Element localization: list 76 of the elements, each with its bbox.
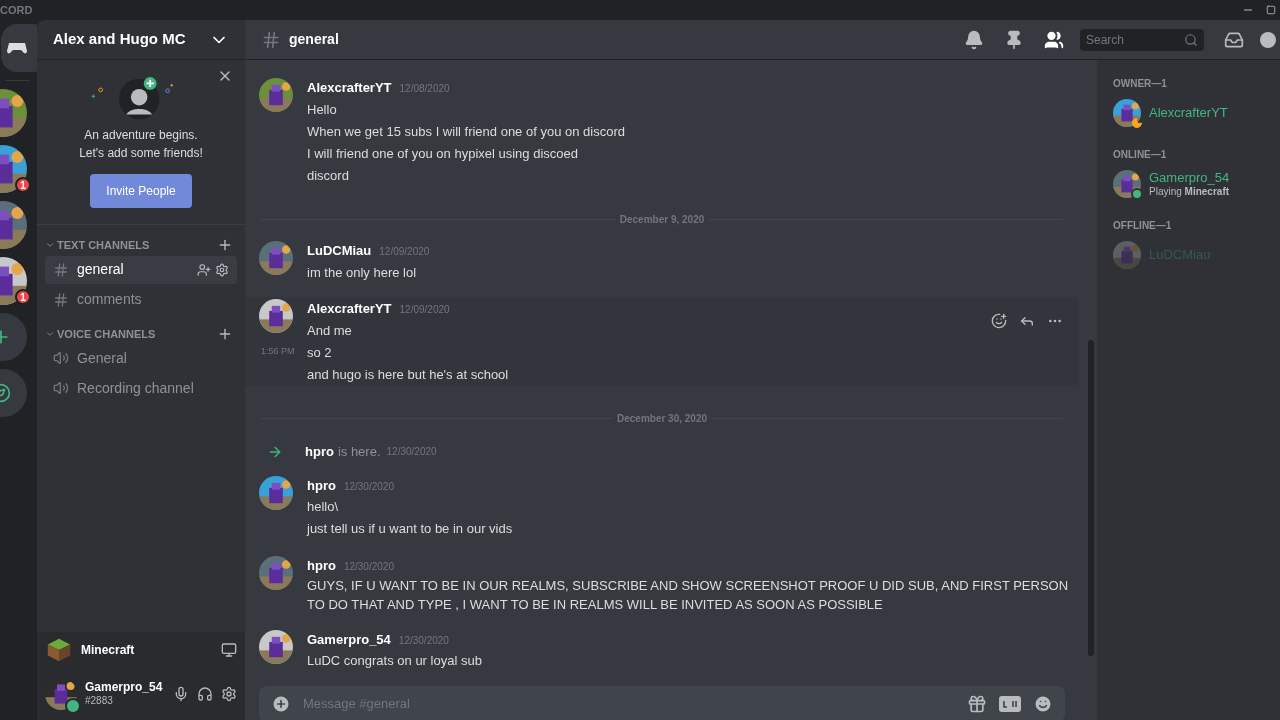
speaker-icon bbox=[53, 380, 69, 396]
speaker-icon bbox=[53, 350, 69, 366]
invite-icon[interactable] bbox=[197, 262, 211, 277]
member-group-label: OFFLINE—1 bbox=[1112, 219, 1173, 233]
message-text: When we get 15 subs I will friend one of you on discord bbox=[307, 122, 625, 141]
hash-icon bbox=[53, 261, 69, 278]
category-header[interactable]: VOICE CHANNELS bbox=[45, 325, 156, 342]
member-group-label: ONLINE—1 bbox=[1112, 148, 1168, 162]
screen-share-icon[interactable] bbox=[221, 641, 237, 658]
settings-icon[interactable] bbox=[215, 262, 229, 277]
pin-icon[interactable] bbox=[1004, 29, 1024, 50]
server-icon[interactable]: 1 bbox=[0, 145, 27, 193]
category-header[interactable]: TEXT CHANNELS bbox=[45, 237, 150, 254]
join-author[interactable]: hpro bbox=[305, 442, 334, 462]
author-name[interactable]: Gamerpro_54 bbox=[307, 629, 391, 649]
message-text: I will friend one of you on hypixel using discoed bbox=[307, 144, 578, 163]
message-time: 12/09/2020 bbox=[399, 303, 450, 317]
author-name[interactable]: hpro bbox=[307, 475, 336, 495]
message-text: And me bbox=[307, 321, 352, 340]
message-time: 12/30/2020 bbox=[343, 479, 394, 494]
author-name[interactable]: AlexcrafterYT bbox=[307, 78, 392, 98]
member-group-label: OWNER—1 bbox=[1112, 77, 1168, 91]
microphone-icon[interactable] bbox=[173, 686, 189, 702]
message-text: im the only here lol bbox=[307, 263, 417, 282]
message-text: and hugo is here but he's at school bbox=[307, 365, 509, 384]
join-text: is here. bbox=[337, 443, 381, 461]
channel-item[interactable]: general bbox=[45, 255, 237, 284]
channel-item[interactable]: Recording channel bbox=[45, 374, 237, 402]
message-time: 12/30/2020 bbox=[343, 559, 394, 574]
user-tag: #2883 bbox=[85, 695, 165, 708]
invite-text: Let's add some friends! bbox=[79, 145, 203, 162]
message-text: hello\ bbox=[307, 498, 339, 516]
headphones-icon[interactable] bbox=[197, 686, 213, 702]
unread-badge: 1 bbox=[15, 289, 31, 305]
server-icon[interactable]: 1 bbox=[0, 257, 27, 305]
member-item[interactable]: Gamerpro_54 Playing Minecraft bbox=[1109, 166, 1268, 202]
attach-icon[interactable] bbox=[271, 693, 291, 714]
search-icon bbox=[1184, 32, 1198, 47]
message-text: GUYS, IF U WANT TO BE IN OUR REALMS, SUBSCRIBE AND SHOW SCREENSHOT PROOF U DID SUB, AND FIRST PERSON TO DO THAT AND TYPE , I WANT TO BE IN REALMS WILL BE INVITED AS SOON AS POSSIBLE bbox=[307, 576, 1070, 614]
hash-icon bbox=[261, 29, 281, 50]
unread-badge: 1 bbox=[15, 177, 31, 193]
author-name[interactable]: LuDCMiau bbox=[307, 241, 372, 261]
activity-game: Minecraft bbox=[81, 641, 136, 659]
message-time: 12/08/2020 bbox=[399, 82, 450, 96]
bell-icon[interactable] bbox=[964, 29, 984, 50]
members-icon[interactable] bbox=[1044, 29, 1064, 50]
channel-item[interactable]: General bbox=[45, 344, 237, 372]
add-reaction-icon[interactable] bbox=[991, 313, 1007, 329]
line-time: 1:56 PM bbox=[261, 345, 295, 359]
date-divider: December 30, 2020 bbox=[615, 412, 709, 426]
channel-item[interactable]: comments bbox=[45, 285, 237, 314]
emoji-icon[interactable] bbox=[1033, 693, 1053, 714]
hash-icon bbox=[53, 291, 69, 308]
app-title: CORD bbox=[0, 2, 33, 18]
invite-text: An adventure begins. bbox=[84, 127, 198, 144]
message-time: 12/09/2020 bbox=[379, 245, 430, 259]
message-text: just tell us if u want to be in our vids bbox=[307, 520, 513, 538]
message-text: discord bbox=[307, 166, 349, 185]
search-field[interactable]: Search bbox=[1080, 28, 1204, 51]
invite-button[interactable]: Invite People bbox=[90, 174, 192, 208]
message-time: 12/30/2020 bbox=[398, 633, 449, 648]
home-button[interactable] bbox=[1, 24, 37, 72]
message-text: so 2 bbox=[307, 343, 332, 362]
settings-icon[interactable] bbox=[221, 686, 237, 702]
channel-title: general bbox=[289, 30, 340, 49]
gif-icon[interactable] bbox=[999, 695, 1021, 712]
maximize-icon[interactable] bbox=[1266, 5, 1276, 15]
date-divider: December 9, 2020 bbox=[618, 213, 706, 227]
message-text: Hello bbox=[307, 100, 337, 119]
author-name[interactable]: hpro bbox=[307, 555, 336, 575]
user-name: Gamerpro_54 bbox=[85, 680, 164, 696]
member-item[interactable]: AlexcrafterYT bbox=[1109, 95, 1268, 131]
author-name[interactable]: AlexcrafterYT bbox=[307, 299, 392, 319]
gift-icon[interactable] bbox=[967, 693, 987, 714]
message-time: 12/30/2020 bbox=[386, 445, 437, 460]
message-text: LuDC congrats on ur loyal sub bbox=[307, 652, 482, 670]
